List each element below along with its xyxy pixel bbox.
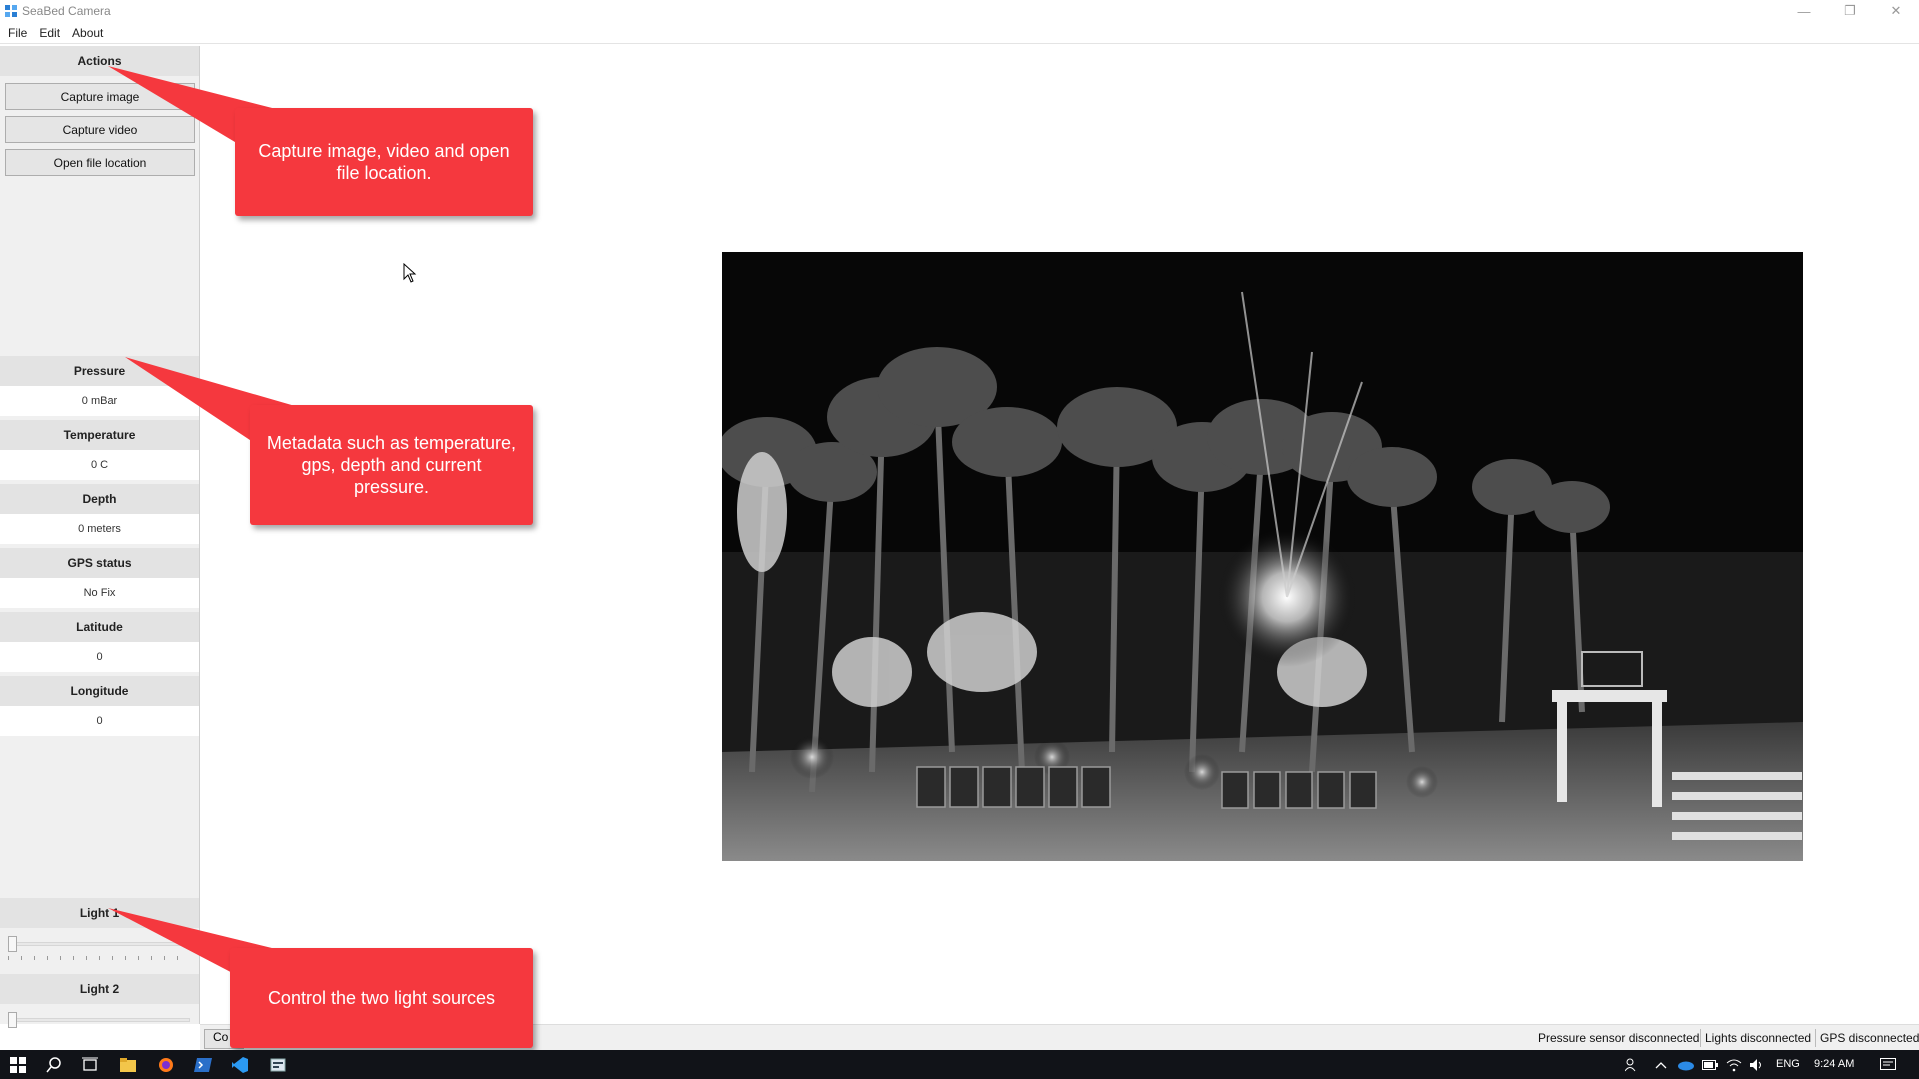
- menu-edit[interactable]: Edit: [39, 26, 60, 40]
- people-icon[interactable]: [1622, 1055, 1642, 1075]
- callout-metadata: Metadata such as temperature, gps, depth…: [250, 405, 533, 525]
- capture-video-button[interactable]: Capture video: [5, 116, 195, 143]
- slider-track: [8, 942, 190, 946]
- vscode-icon[interactable]: [230, 1055, 250, 1075]
- menu-file[interactable]: File: [8, 26, 27, 40]
- chevron-up-icon[interactable]: [1651, 1055, 1671, 1075]
- menu-bar: File Edit About: [0, 22, 1919, 44]
- camera-feed: [722, 252, 1803, 861]
- light-1-slider[interactable]: [8, 934, 190, 962]
- longitude-value: 0: [0, 706, 199, 736]
- lights-status: Lights disconnected: [1705, 1031, 1812, 1045]
- battery-icon[interactable]: [1700, 1055, 1720, 1075]
- slider-track: [8, 1018, 190, 1022]
- callout-capture: Capture image, video and open file locat…: [235, 108, 533, 216]
- restore-button[interactable]: ❐: [1827, 0, 1873, 22]
- latitude-header: Latitude: [0, 612, 199, 642]
- window-title: SeaBed Camera: [22, 4, 111, 18]
- camera-image: [722, 252, 1803, 861]
- slider-thumb[interactable]: [8, 936, 17, 952]
- file-explorer-icon[interactable]: [118, 1055, 138, 1075]
- slider-ticks: [8, 956, 190, 960]
- light-2-header: Light 2: [0, 974, 199, 1004]
- close-icon: ✕: [1890, 3, 1902, 18]
- slider-thumb[interactable]: [8, 1012, 17, 1028]
- wifi-icon[interactable]: [1724, 1055, 1744, 1075]
- app-icon[interactable]: [268, 1055, 288, 1075]
- open-file-location-button[interactable]: Open file location: [5, 149, 195, 176]
- search-icon[interactable]: [44, 1055, 64, 1075]
- gps-status: GPS disconnected: [1820, 1031, 1919, 1045]
- powershell-icon[interactable]: [193, 1055, 213, 1075]
- gps-status-header: GPS status: [0, 548, 199, 578]
- minimize-button[interactable]: —: [1781, 0, 1827, 22]
- restore-icon: ❐: [1844, 3, 1856, 18]
- firefox-icon[interactable]: [156, 1055, 176, 1075]
- menu-about[interactable]: About: [72, 26, 103, 40]
- clock[interactable]: 9:24 AM: [1814, 1058, 1854, 1070]
- pressure-header: Pressure: [0, 356, 199, 386]
- callout-lights: Control the two light sources: [230, 948, 533, 1048]
- depth-header: Depth: [0, 484, 199, 514]
- capture-image-button[interactable]: Capture image: [5, 83, 195, 110]
- language-indicator[interactable]: ENG: [1776, 1058, 1800, 1070]
- sidebar: Actions Capture image Capture video Open…: [0, 46, 200, 1028]
- longitude-header: Longitude: [0, 676, 199, 706]
- task-view-icon[interactable]: [80, 1055, 100, 1075]
- status-divider: [1815, 1029, 1816, 1047]
- onedrive-icon[interactable]: [1675, 1055, 1695, 1075]
- latitude-value: 0: [0, 642, 199, 672]
- temperature-header: Temperature: [0, 420, 199, 450]
- light-1-header: Light 1: [0, 898, 199, 928]
- minimize-icon: —: [1797, 3, 1811, 19]
- status-divider: [1700, 1029, 1701, 1047]
- title-bar: SeaBed Camera — ❐ ✕: [0, 0, 1919, 22]
- seabed-camera-window: SeaBed Camera — ❐ ✕ File Edit About Acti…: [0, 0, 1919, 1079]
- depth-value: 0 meters: [0, 514, 199, 544]
- pressure-value: 0 mBar: [0, 386, 199, 416]
- notification-icon[interactable]: [1878, 1055, 1898, 1075]
- temperature-value: 0 C: [0, 450, 199, 480]
- pressure-sensor-status: Pressure sensor disconnected: [1538, 1031, 1700, 1045]
- volume-icon[interactable]: [1747, 1055, 1767, 1075]
- app-icon: [5, 5, 17, 17]
- close-button[interactable]: ✕: [1873, 0, 1919, 22]
- gps-status-value: No Fix: [0, 578, 199, 608]
- light-2-slider[interactable]: [8, 1010, 190, 1038]
- windows-start-icon[interactable]: [8, 1055, 28, 1075]
- mouse-cursor-icon: [403, 263, 417, 283]
- taskbar: ENG 9:24 AM: [0, 1050, 1919, 1079]
- actions-header: Actions: [0, 46, 199, 76]
